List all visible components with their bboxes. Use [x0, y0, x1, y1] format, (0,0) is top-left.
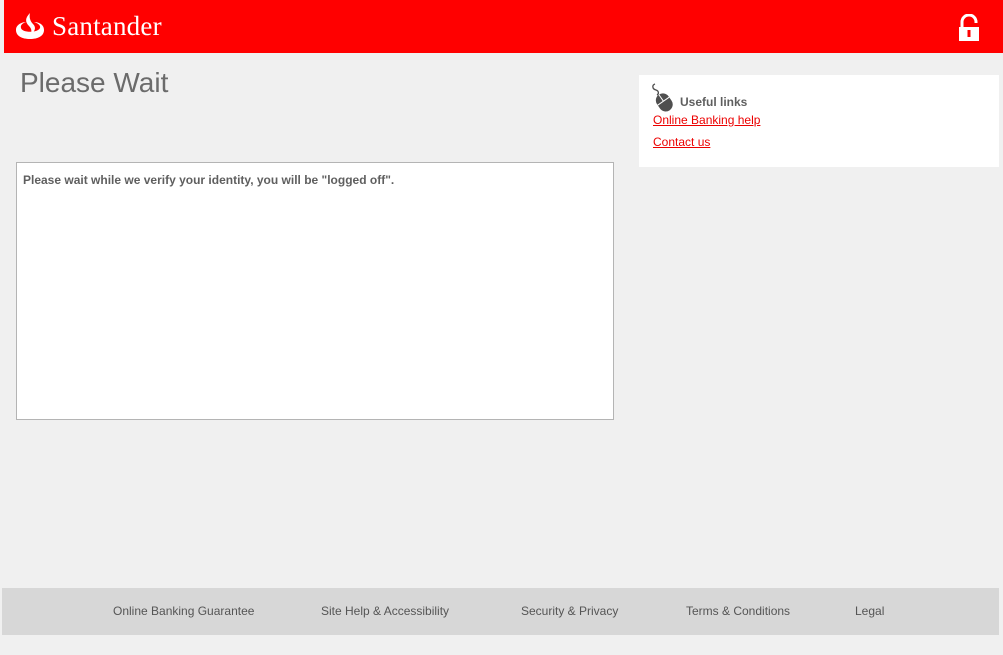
mouse-icon	[651, 82, 675, 112]
footer-link-security-privacy[interactable]: Security & Privacy	[521, 604, 618, 618]
lock-icon[interactable]	[957, 13, 981, 42]
useful-links-panel: Useful links Online Banking help Contact…	[639, 75, 999, 167]
flame-icon	[14, 11, 46, 41]
useful-links-header: Useful links	[651, 82, 747, 112]
online-banking-help-link[interactable]: Online Banking help	[653, 113, 760, 127]
contact-us-link[interactable]: Contact us	[653, 135, 710, 149]
brand-name: Santander	[52, 11, 162, 41]
header-bar: Santander	[4, 0, 1003, 53]
useful-links-title: Useful links	[680, 95, 748, 109]
footer-link-legal[interactable]: Legal	[855, 604, 884, 618]
footer: Online Banking Guarantee Site Help & Acc…	[2, 588, 999, 635]
footer-link-online-banking-guarantee[interactable]: Online Banking Guarantee	[113, 604, 254, 618]
page-title: Please Wait	[20, 67, 169, 98]
message-box: Please wait while we verify your identit…	[16, 162, 614, 420]
santander-logo[interactable]: Santander	[14, 8, 162, 44]
wait-message: Please wait while we verify your identit…	[23, 173, 395, 187]
footer-link-site-help-accessibility[interactable]: Site Help & Accessibility	[321, 604, 449, 618]
footer-link-terms-conditions[interactable]: Terms & Conditions	[686, 604, 790, 618]
